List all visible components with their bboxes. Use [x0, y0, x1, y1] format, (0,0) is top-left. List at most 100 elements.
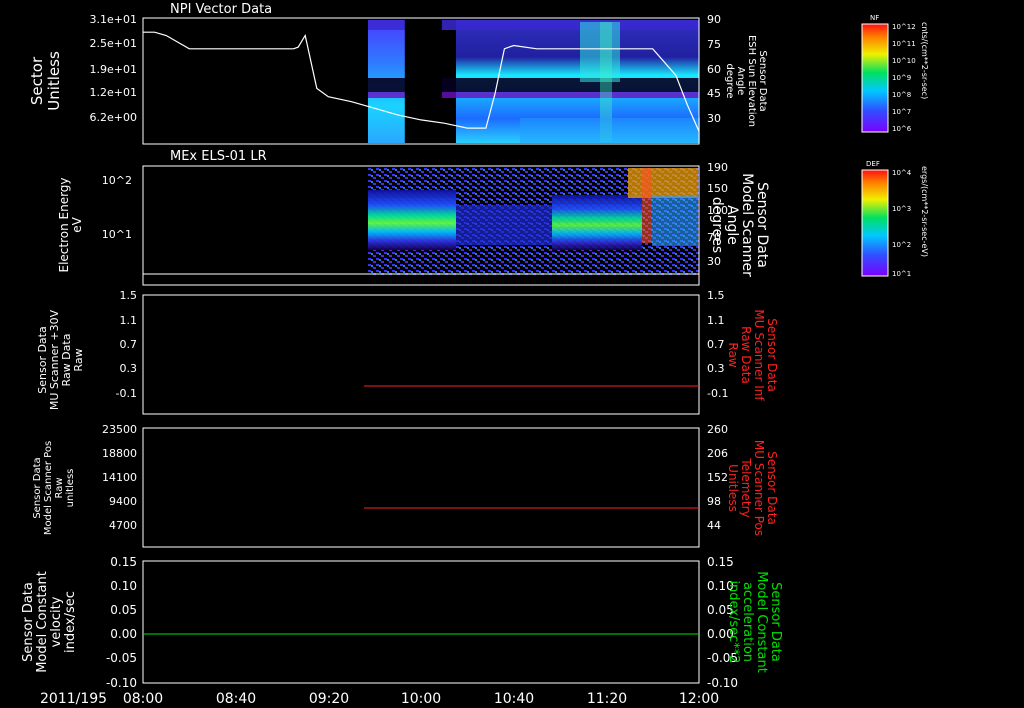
colorbar-tick: 10^8	[892, 91, 911, 99]
y-axis-label-left: Sensor Data MU Scanner +30V Raw Data Raw	[36, 309, 85, 410]
y2-tick-label: 0.15	[707, 555, 734, 569]
y-axis-label-left: Sensor Data Model Scanner Pos Raw unitle…	[32, 441, 76, 535]
y2-tick-label: -0.1	[707, 387, 728, 400]
axis-label-line: Sensor Data	[21, 582, 36, 662]
colorbar-tick: 10^1	[892, 270, 911, 278]
y-tick-label: 0.15	[110, 555, 137, 569]
panel-npi-vector-data: NPI Vector Data 3.1e+01 2.5e+01 1.9e+01 …	[28, 2, 768, 145]
y-tick-label: 0.05	[110, 603, 137, 617]
axis-label-line: eV	[70, 216, 84, 232]
y-axis-label-left: Electron Energy eV	[57, 177, 84, 272]
y-tick-label: -0.05	[106, 651, 137, 665]
npi-spectrogram-band	[520, 118, 700, 143]
axis-label-line: Unitless	[726, 464, 740, 512]
panel-mex-els: MEx ELS-01 LR 10^2 10^1 190 150 110 70 3…	[57, 149, 770, 286]
left-ticks: 1.5 1.1 0.7 0.3 -0.1	[116, 289, 137, 400]
time-tick-label: 12:00	[679, 691, 719, 707]
left-ticks: 0.15 0.10 0.05 0.00 -0.05 -0.10	[106, 555, 137, 690]
y2-tick-label: 30	[707, 255, 721, 268]
npi-data-gap	[404, 20, 442, 143]
axis-label-line: acceleration	[740, 582, 755, 662]
right-ticks: 260 206 152 98 44	[707, 423, 728, 532]
plot-canvas: NPI Vector Data 3.1e+01 2.5e+01 1.9e+01 …	[21, 2, 929, 707]
time-axis: 2011/195 08:00 08:40 09:20 10:00 10:40 1…	[40, 691, 719, 707]
colorbar-ticks: 10^4 10^3 10^2 10^1	[892, 169, 912, 278]
colorbar-tick: 10^9	[892, 74, 911, 82]
y2-tick-label: 190	[707, 161, 728, 174]
axis-label-line: Raw	[726, 342, 740, 367]
axis-label-line: Unitless	[45, 51, 63, 111]
panel-scanner-pos: 23500 18800 14100 9400 4700 260 206 152 …	[32, 423, 779, 548]
axis-label-line: Sector	[28, 56, 46, 105]
axis-label-line: Raw Data	[739, 326, 753, 384]
els-spectrogram-block	[628, 168, 698, 198]
y-tick-label: 0.10	[110, 579, 137, 593]
npi-spectrogram	[368, 20, 700, 143]
axis-label-line: ESH Sun Elevation	[746, 35, 757, 127]
els-spectrogram-block	[456, 205, 552, 245]
axis-label-line: Angle	[735, 67, 746, 95]
axis-label-line: Sensor Data	[754, 182, 770, 268]
panel-frame	[142, 560, 700, 684]
panel-frame	[142, 427, 700, 548]
axis-label-line: Sensor Data	[768, 582, 783, 662]
colorbar-ticks: 10^12 10^11 10^10 10^9 10^8 10^7 10^6	[892, 23, 916, 133]
y2-tick-label: 98	[707, 495, 721, 508]
axis-label-line: MU Scanner Pos	[752, 440, 766, 536]
left-ticks: 23500 18800 14100 9400 4700	[102, 423, 137, 532]
y-tick-label: 1.5	[120, 289, 138, 302]
y-tick-label: -0.1	[116, 387, 137, 400]
time-tick-label: 10:00	[401, 691, 441, 707]
axis-label-line: degree	[724, 63, 735, 98]
y2-tick-label: 1.5	[707, 289, 725, 302]
y-tick-label: 2.5e+01	[90, 37, 137, 50]
axis-label-line: Model Scanner	[739, 173, 755, 277]
y2-tick-label: 152	[707, 471, 728, 484]
axis-label-line: index/sec**2	[726, 580, 741, 663]
y-tick-label: 0.00	[110, 627, 137, 641]
y-axis-label-right: Sensor Data ESH Sun Elevation Angle degr…	[724, 35, 768, 127]
y2-tick-label: 60	[707, 63, 721, 76]
y2-tick-label: 45	[707, 87, 721, 100]
y-tick-label: 9400	[109, 495, 137, 508]
axis-label-line: Raw	[72, 348, 85, 371]
right-ticks: 1.5 1.1 0.7 0.3 -0.1	[707, 289, 728, 400]
axis-label-line: index/sec	[63, 591, 78, 653]
y-tick-label: 23500	[102, 423, 137, 436]
y-tick-label: 1.9e+01	[90, 63, 137, 76]
y2-tick-label: 90	[707, 13, 721, 26]
y2-tick-label: 260	[707, 423, 728, 436]
panel-title-els: MEx ELS-01 LR	[170, 149, 267, 164]
y2-tick-label: 0.7	[707, 338, 725, 351]
time-tick-label: 10:40	[494, 691, 534, 707]
y2-tick-label: 75	[707, 38, 721, 51]
axis-label-line: unitless	[65, 469, 76, 508]
y2-tick-label: 30	[707, 112, 721, 125]
axis-label-line: Raw	[54, 477, 65, 498]
colorbar-tick: 10^12	[892, 23, 916, 31]
y-tick-label: 6.2e+00	[90, 111, 137, 124]
els-spectrogram	[368, 168, 699, 275]
left-ticks: 3.1e+01 2.5e+01 1.9e+01 1.2e+01 6.2e+00	[90, 13, 137, 124]
colorbar-gradient	[861, 23, 889, 133]
axis-label-line: Model Scanner Pos	[43, 441, 54, 535]
colorbar-gradient	[861, 169, 889, 277]
y-tick-label: 4700	[109, 519, 137, 532]
y2-tick-label: 206	[707, 447, 728, 460]
left-ticks: 10^2 10^1	[102, 174, 132, 241]
axis-label-line: Sensor Data	[32, 457, 43, 518]
colorbar-tick: 10^2	[892, 241, 911, 249]
axis-label-line: Angle	[724, 205, 740, 245]
y-tick-label: 10^2	[102, 174, 132, 187]
colorbar-tick: 10^7	[892, 108, 911, 116]
y-tick-label: 1.2e+01	[90, 86, 137, 99]
date-label: 2011/195	[40, 691, 107, 707]
axis-label-line: Model Constant	[754, 571, 769, 673]
panel-model-constant: 0.15 0.10 0.05 0.00 -0.05 -0.10 0.15 0.1…	[21, 555, 783, 690]
colorbar-tag: DEF	[866, 160, 880, 168]
y-tick-label: -0.10	[106, 676, 137, 690]
colorbar-nf: NF 10^12 10^11 10^10 10^9 10^8 10^7 10^6…	[861, 14, 929, 133]
y-tick-label: 14100	[102, 471, 137, 484]
axis-label-line: Telemetry	[739, 457, 753, 517]
time-tick-label: 08:00	[123, 691, 163, 707]
